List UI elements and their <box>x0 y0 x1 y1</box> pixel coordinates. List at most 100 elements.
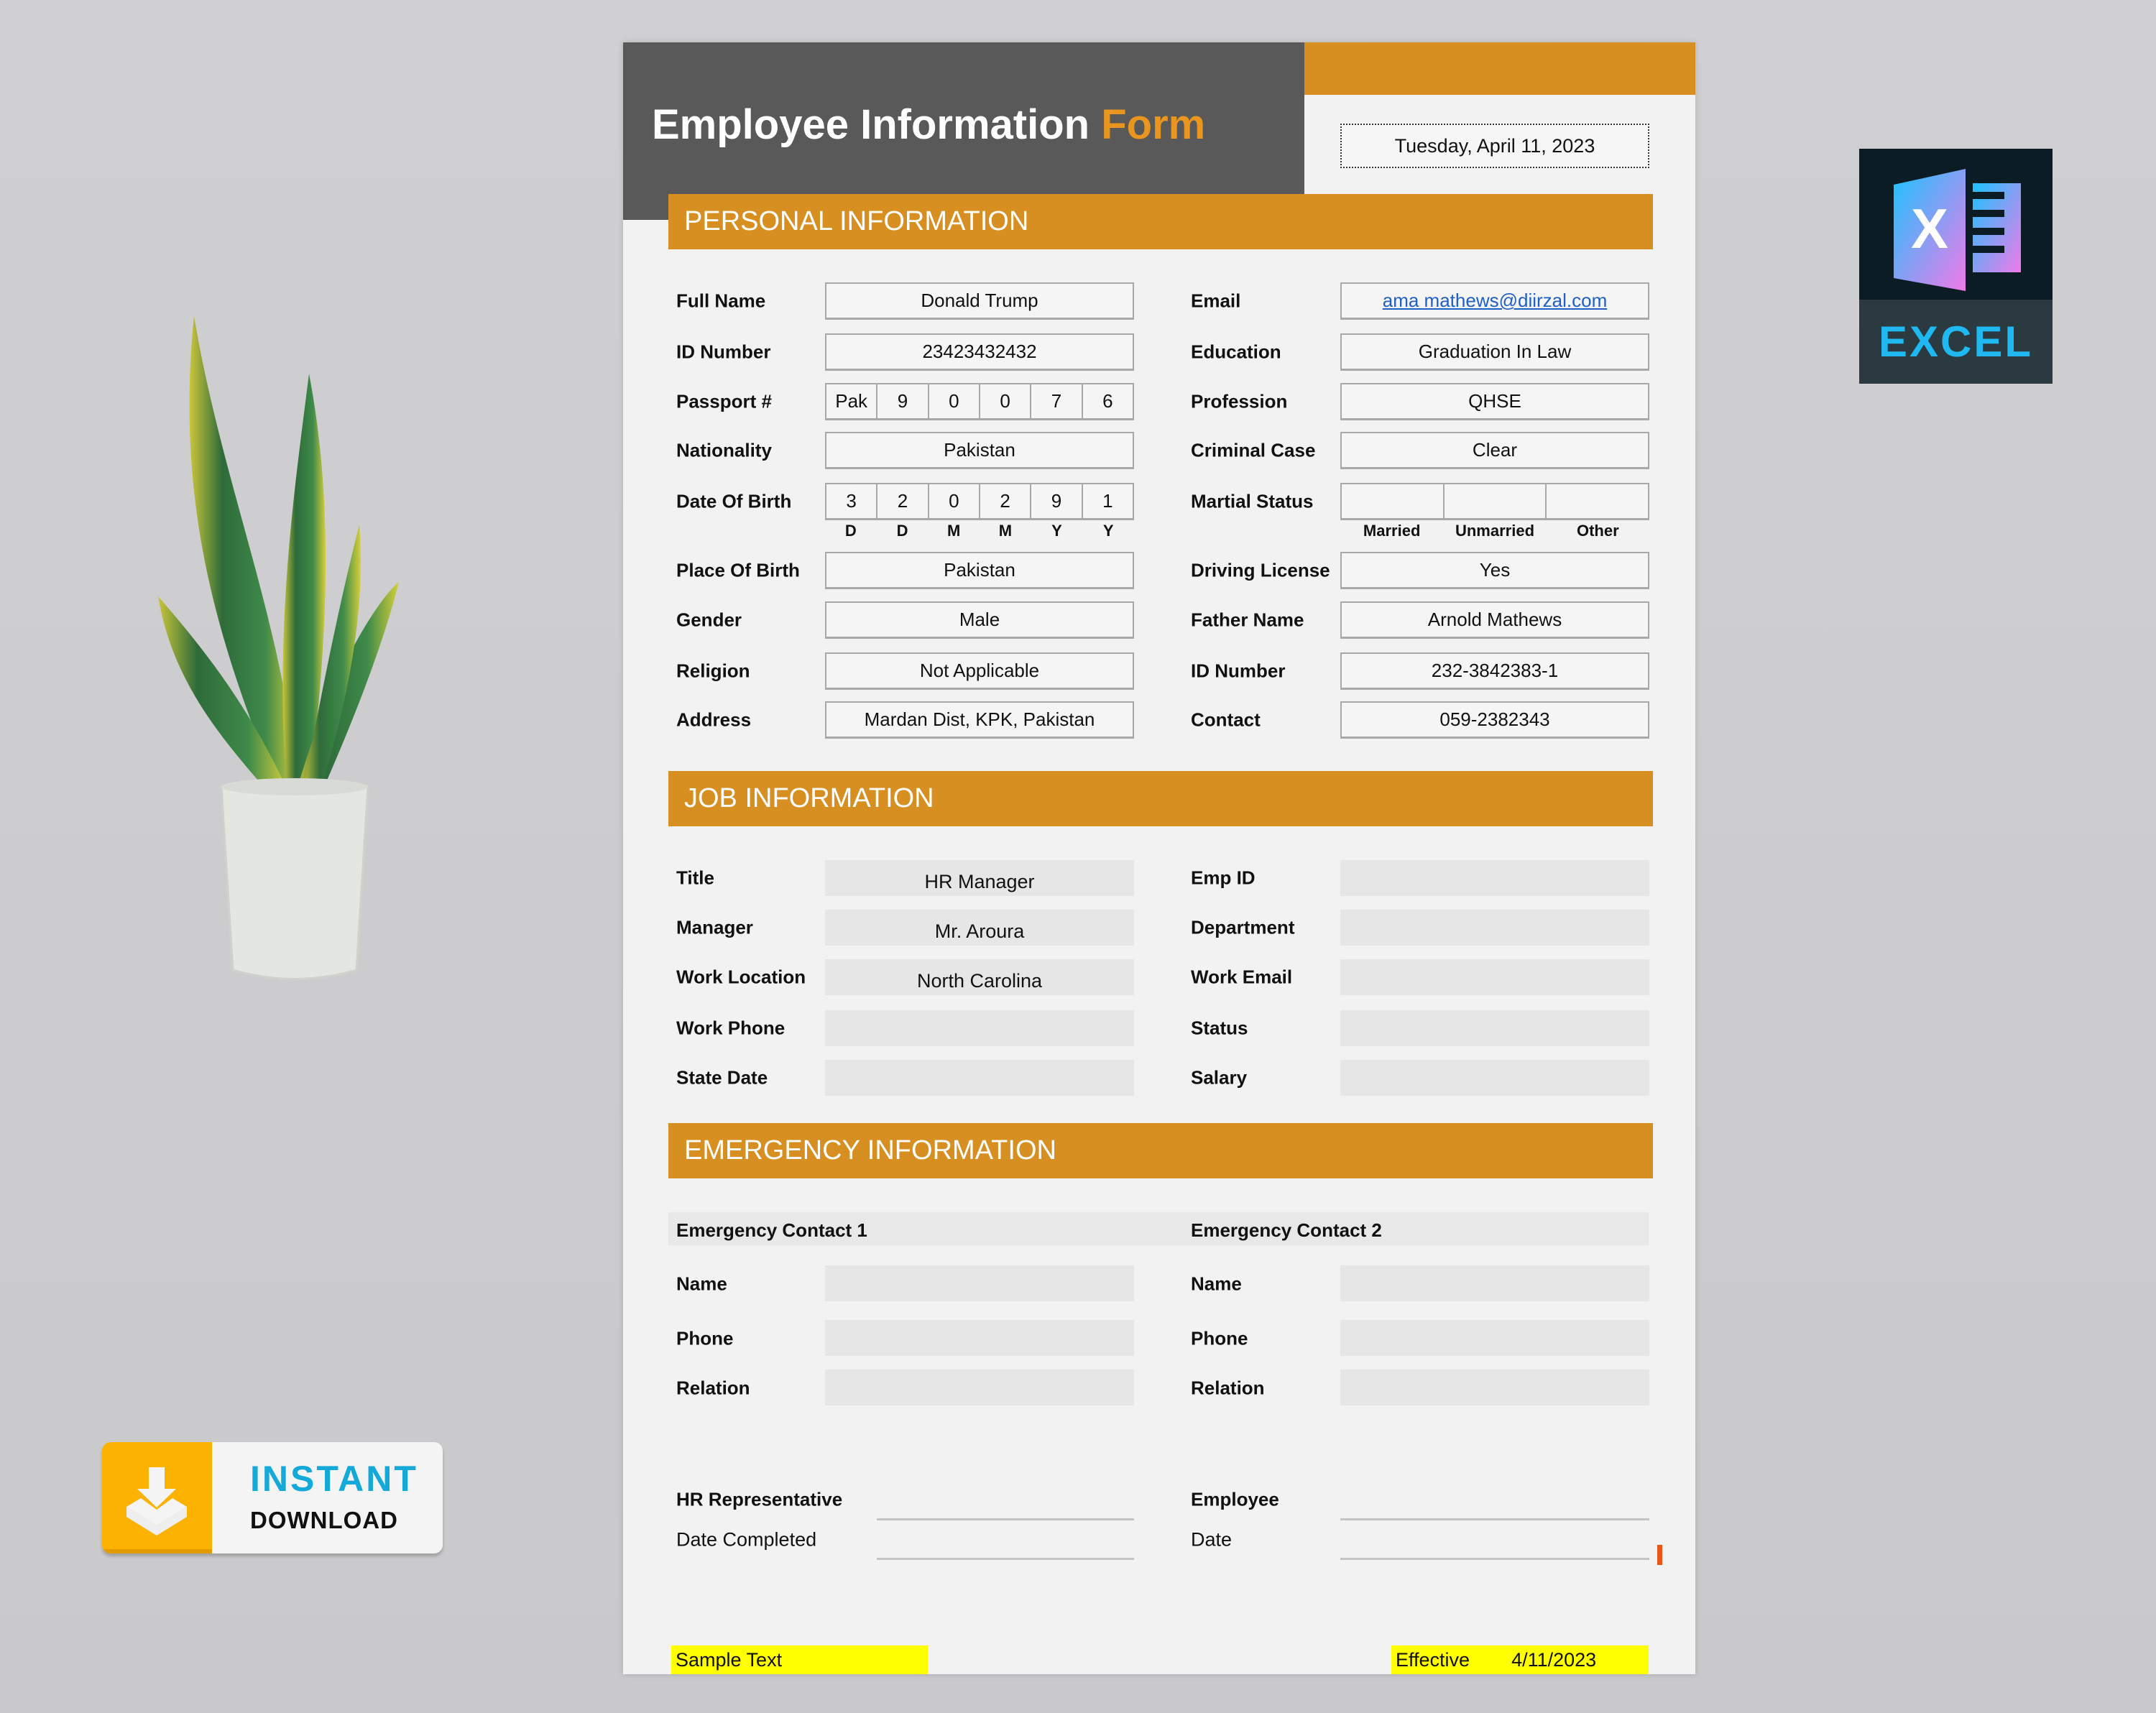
contact-label: Contact <box>1191 709 1261 731</box>
criminal-case-label: Criminal Case <box>1191 440 1315 462</box>
salary-label: Salary <box>1191 1067 1247 1089</box>
salary-field[interactable] <box>1340 1060 1649 1096</box>
sublabel: Other <box>1547 522 1649 540</box>
instant-label: INSTANT <box>250 1458 418 1500</box>
emergency-2-name-label: Name <box>1191 1273 1242 1296</box>
plant-image <box>144 309 417 992</box>
manager-label: Manager <box>676 917 753 939</box>
emp-id-field[interactable] <box>1340 860 1649 896</box>
status-field[interactable] <box>1340 1010 1649 1046</box>
title-label: Title <box>676 867 714 890</box>
martial-status-label: Martial Status <box>1191 491 1314 513</box>
emergency-1-relation-field[interactable] <box>825 1370 1134 1405</box>
date-completed-line[interactable] <box>877 1558 1134 1560</box>
criminal-case-right-field[interactable]: Clear <box>1340 432 1649 469</box>
gender-label: Gender <box>676 609 742 632</box>
state-date-field[interactable] <box>825 1060 1134 1096</box>
driving-license-right-field[interactable]: Yes <box>1340 552 1649 589</box>
full-name-label: Full Name <box>676 290 765 313</box>
father-name-label: Father Name <box>1191 609 1304 632</box>
segment-cell[interactable] <box>1547 484 1648 518</box>
emergency-1-name-label: Name <box>676 1273 727 1296</box>
emergency-2-relation-label: Relation <box>1191 1377 1265 1400</box>
effective-date: 4/11/2023 <box>1511 1649 1596 1671</box>
full-name-left-field[interactable]: Donald Trump <box>825 282 1134 320</box>
martial-status-sublabels: MarriedUnmarriedOther <box>1340 522 1649 540</box>
title-field[interactable]: HR Manager <box>825 860 1134 896</box>
sublabel: M <box>980 522 1031 540</box>
manager-field[interactable]: Mr. Aroura <box>825 910 1134 946</box>
segment-cell[interactable]: 6 <box>1083 384 1133 418</box>
employee-signature-line[interactable] <box>1340 1518 1649 1520</box>
segment-cell[interactable]: 0 <box>929 484 980 518</box>
emergency-2-phone-field[interactable] <box>1340 1320 1649 1356</box>
date-line[interactable] <box>1340 1558 1649 1560</box>
page-title: Employee Information Form <box>652 101 1205 149</box>
date-completed-label: Date Completed <box>676 1529 816 1551</box>
profession-label: Profession <box>1191 391 1287 413</box>
profession-right-field[interactable]: QHSE <box>1340 383 1649 420</box>
emergency-contact-1-label: Emergency Contact 1 <box>676 1219 867 1242</box>
header-accent-band <box>1304 42 1695 95</box>
section-job: JOB INFORMATION <box>668 771 1653 826</box>
svg-text:X: X <box>1911 197 1948 260</box>
segment-cell[interactable]: 9 <box>877 384 929 418</box>
work-phone-field[interactable] <box>825 1010 1134 1046</box>
passport-field[interactable]: Pak90076 <box>825 383 1134 420</box>
hr-representative-label: HR Representative <box>676 1489 842 1511</box>
segment-cell[interactable]: 3 <box>826 484 877 518</box>
download-label: DOWNLOAD <box>250 1507 398 1534</box>
department-field[interactable] <box>1340 910 1649 946</box>
martial-status-field[interactable] <box>1340 483 1649 520</box>
department-label: Department <box>1191 917 1294 939</box>
segment-cell[interactable]: Pak <box>826 384 877 418</box>
footer-sample-text: Sample Text <box>671 1645 928 1674</box>
id-number-left-field[interactable]: 23423432432 <box>825 333 1134 371</box>
emergency-1-phone-field[interactable] <box>825 1320 1134 1356</box>
emergency-2-name-field[interactable] <box>1340 1265 1649 1301</box>
place-of-birth-left-field[interactable]: Pakistan <box>825 552 1134 589</box>
segment-cell[interactable]: 0 <box>980 384 1031 418</box>
hr-signature-line[interactable] <box>877 1518 1134 1520</box>
work-phone-label: Work Phone <box>676 1017 785 1040</box>
gender-left-field[interactable]: Male <box>825 601 1134 639</box>
father-name-right-field[interactable]: Arnold Mathews <box>1340 601 1649 639</box>
id-number-label: ID Number <box>1191 660 1285 683</box>
instant-download-badge[interactable]: INSTANT DOWNLOAD <box>102 1442 443 1553</box>
date-of-birth-sublabels: DDMMYY <box>825 522 1134 540</box>
emp-id-label: Emp ID <box>1191 867 1256 890</box>
email-right-field[interactable]: ama mathews@diirzal.com <box>1340 282 1649 320</box>
segment-cell[interactable]: 9 <box>1031 484 1082 518</box>
segment-cell[interactable] <box>1445 484 1547 518</box>
work-location-field[interactable]: North Carolina <box>825 959 1134 995</box>
sublabel: Unmarried <box>1443 522 1546 540</box>
date-field[interactable]: Tuesday, April 11, 2023 <box>1340 124 1649 168</box>
id-number-label: ID Number <box>676 341 770 364</box>
segment-cell[interactable] <box>1342 484 1445 518</box>
religion-left-field[interactable]: Not Applicable <box>825 652 1134 690</box>
title-accent: Form <box>1101 101 1205 148</box>
footer-effective: Effective 4/11/2023 <box>1391 1645 1649 1674</box>
id-number-right-field[interactable]: 232-3842383-1 <box>1340 652 1649 690</box>
driving-license-label: Driving License <box>1191 560 1330 582</box>
address-left-field[interactable]: Mardan Dist, KPK, Pakistan <box>825 701 1134 739</box>
segment-cell[interactable]: 1 <box>1083 484 1133 518</box>
email-link[interactable]: ama mathews@diirzal.com <box>1383 290 1607 312</box>
segment-cell[interactable]: 7 <box>1031 384 1082 418</box>
emergency-1-name-field[interactable] <box>825 1265 1134 1301</box>
segment-cell[interactable]: 0 <box>929 384 980 418</box>
religion-label: Religion <box>676 660 750 683</box>
segment-cell[interactable]: 2 <box>980 484 1031 518</box>
work-email-label: Work Email <box>1191 966 1292 989</box>
emergency-2-relation-field[interactable] <box>1340 1370 1649 1405</box>
emergency-2-phone-label: Phone <box>1191 1328 1248 1350</box>
segment-cell[interactable]: 2 <box>877 484 929 518</box>
place-of-birth-label: Place Of Birth <box>676 560 800 582</box>
nationality-left-field[interactable]: Pakistan <box>825 432 1134 469</box>
state-date-label: State Date <box>676 1067 768 1089</box>
section-emergency: EMERGENCY INFORMATION <box>668 1123 1653 1178</box>
work-email-field[interactable] <box>1340 959 1649 995</box>
date-of-birth-field[interactable]: 320291 <box>825 483 1134 520</box>
contact-right-field[interactable]: 059-2382343 <box>1340 701 1649 739</box>
education-right-field[interactable]: Graduation In Law <box>1340 333 1649 371</box>
